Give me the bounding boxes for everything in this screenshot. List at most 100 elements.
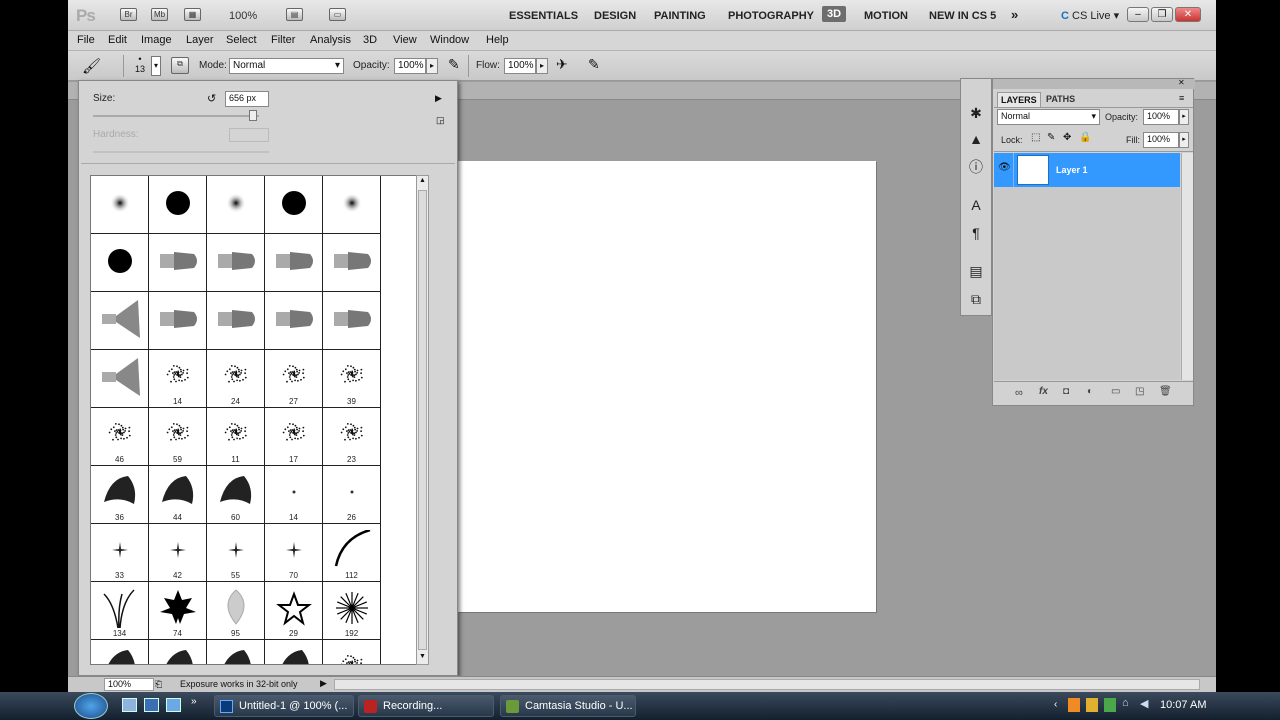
fill-arrow-icon[interactable]: ▸ [1179, 132, 1189, 148]
menu-image[interactable]: Image [141, 34, 172, 46]
brush-preset-cell[interactable]: 112 [323, 524, 381, 582]
minimize-button[interactable]: – [1127, 7, 1149, 22]
brush-preset-cell[interactable] [265, 234, 323, 292]
menu-view[interactable]: View [393, 34, 417, 46]
tablet-pressure-opacity-icon[interactable]: ✎ [448, 56, 460, 73]
brush-preset-cell[interactable] [265, 640, 323, 664]
new-group-icon[interactable]: ▭ [1111, 386, 1120, 397]
brush-preset-cell[interactable]: 11 [207, 408, 265, 466]
brush-preset-cell[interactable]: 24 [207, 350, 265, 408]
status-info-icon[interactable]: ⎗ [155, 679, 162, 690]
tray-security-icon[interactable] [1104, 698, 1116, 712]
brush-preset-cell[interactable]: 55 [207, 524, 265, 582]
more-workspaces-icon[interactable]: » [1011, 7, 1018, 22]
quick-launch-expand-icon[interactable]: » [191, 696, 197, 707]
brush-preset-cell[interactable]: 42 [149, 524, 207, 582]
brush-preset-cell[interactable] [323, 292, 381, 350]
show-desktop-icon[interactable] [122, 698, 137, 712]
tray-app-icon[interactable] [1086, 698, 1098, 712]
size-slider-thumb[interactable] [249, 110, 257, 121]
brush-preset-cell[interactable] [323, 176, 381, 234]
brush-preset-cell[interactable]: 23 [323, 408, 381, 466]
screen-mode-icon[interactable]: ▭ [329, 8, 346, 21]
task-recording[interactable]: Recording... [358, 695, 494, 717]
layer-name[interactable]: Layer 1 [1056, 165, 1088, 175]
brush-preset-cell[interactable]: 46 [91, 408, 149, 466]
brush-preset-cell[interactable] [91, 640, 149, 664]
task-photoshop[interactable]: Untitled-1 @ 100% (... [214, 695, 354, 717]
menu-select[interactable]: Select [226, 34, 257, 46]
brush-tool-icon[interactable]: 🖌 [82, 57, 101, 75]
network-icon[interactable]: ⌂ [1122, 697, 1129, 709]
brush-preset-cell[interactable]: 17 [265, 408, 323, 466]
document-canvas[interactable] [458, 161, 876, 612]
layers-scrollbar[interactable] [1181, 153, 1193, 380]
airbrush-icon[interactable]: ✈ [556, 56, 568, 73]
status-zoom[interactable]: 100% [104, 678, 154, 691]
brush-preset-cell[interactable]: 27 [265, 350, 323, 408]
view-extras-icon[interactable]: ▦ [184, 8, 201, 21]
status-menu-arrow-icon[interactable]: ▶ [320, 678, 327, 689]
menu-window[interactable]: Window [430, 34, 469, 46]
brush-preset-cell[interactable]: 134 [91, 582, 149, 640]
menu-edit[interactable]: Edit [108, 34, 127, 46]
workspace-design[interactable]: DESIGN [594, 10, 636, 22]
tablet-pressure-size-icon[interactable]: ✎ [588, 56, 600, 73]
brush-preset-cell[interactable] [207, 640, 265, 664]
brush-panel-toggle-icon[interactable]: ⧉ [171, 57, 189, 74]
flow-slider-arrow-icon[interactable]: ▸ [536, 58, 548, 74]
character-icon[interactable]: A [966, 195, 986, 215]
task-camtasia[interactable]: Camtasia Studio - U... [500, 695, 636, 717]
hardness-slider-track[interactable] [93, 151, 269, 153]
panel-menu-icon[interactable]: ≡ [1179, 93, 1184, 103]
tray-app-icon[interactable] [1068, 698, 1080, 712]
brush-preset-cell[interactable] [207, 176, 265, 234]
opacity-slider-arrow-icon[interactable]: ▸ [426, 58, 438, 74]
clock[interactable]: 10:07 AM [1160, 699, 1206, 711]
panel-close-icon[interactable]: ✕ [1178, 78, 1185, 87]
info-icon[interactable]: ⓘ [966, 157, 986, 177]
menu-analysis[interactable]: Analysis [310, 34, 351, 46]
lock-position-icon[interactable]: ✥ [1063, 132, 1071, 143]
visibility-eye-icon[interactable]: 👁 [998, 162, 1011, 173]
brush-preset-cell[interactable] [91, 176, 149, 234]
adjustment-layer-icon[interactable]: ◐ [1087, 386, 1093, 397]
start-button[interactable] [74, 693, 108, 719]
menu-3d[interactable]: 3D [363, 34, 377, 46]
bridge-icon[interactable]: Br [120, 8, 137, 21]
brush-preset-cell[interactable]: 95 [207, 582, 265, 640]
layer-opacity-input[interactable]: 100% [1143, 109, 1179, 125]
tab-paths[interactable]: PATHS [1043, 92, 1078, 106]
brush-preset-cell[interactable] [149, 176, 207, 234]
brush-preset-cell[interactable]: 26 [323, 466, 381, 524]
navigator-icon[interactable]: ✱ [966, 103, 986, 123]
menu-file[interactable]: File [77, 34, 95, 46]
brush-preset-cell[interactable] [91, 350, 149, 408]
brush-preset-cell[interactable]: 33 [91, 524, 149, 582]
histogram-icon[interactable]: ▲ [966, 129, 986, 149]
brush-preset-cell[interactable] [149, 640, 207, 664]
size-slider-track[interactable] [93, 115, 259, 117]
paragraph-icon[interactable]: ¶ [966, 223, 986, 243]
zoom-level[interactable]: 100% [229, 10, 257, 22]
add-mask-icon[interactable]: ◘ [1063, 386, 1069, 397]
brush-preset-cell[interactable] [207, 292, 265, 350]
brush-preset-cell[interactable]: 60 [207, 466, 265, 524]
scroll-thumb[interactable] [418, 190, 427, 650]
close-button[interactable]: ✕ [1175, 7, 1201, 22]
brush-preset-cell[interactable] [323, 234, 381, 292]
workspace-new-in-cs5[interactable]: NEW IN CS 5 [929, 10, 996, 22]
lock-transparent-icon[interactable]: ⬚ [1031, 132, 1040, 143]
brush-preset-cell[interactable] [265, 292, 323, 350]
maximize-button[interactable]: ❐ [1151, 7, 1173, 22]
workspace-painting[interactable]: PAINTING [654, 10, 706, 22]
size-input[interactable]: 656 px [225, 91, 269, 107]
brush-picker-dropdown-icon[interactable]: ▾ [151, 56, 161, 76]
brush-preset-picker[interactable]: • 13 [134, 54, 146, 74]
brush-preset-cell[interactable] [91, 292, 149, 350]
volume-icon[interactable]: ◀ [1140, 697, 1148, 710]
brush-preset-cell[interactable] [207, 234, 265, 292]
clone-source-icon[interactable]: ⧉ [966, 289, 986, 309]
workspace-3d[interactable]: 3D [822, 6, 847, 22]
tab-layers[interactable]: LAYERS [997, 92, 1041, 108]
